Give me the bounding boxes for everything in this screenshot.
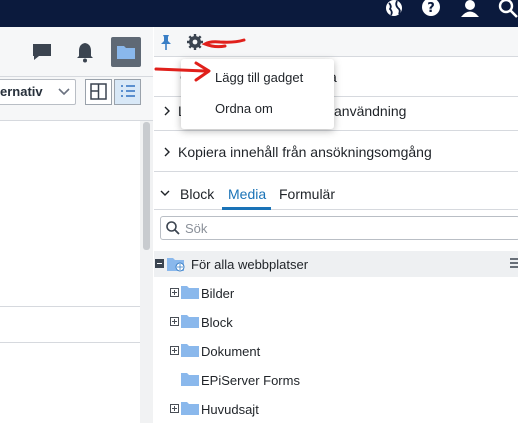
- search-icon[interactable]: [496, 0, 518, 24]
- tree-item-label[interactable]: EPiServer Forms: [201, 373, 300, 388]
- left-divider: [0, 306, 140, 307]
- chevron-down-icon[interactable]: [158, 186, 172, 200]
- split-layout-icon: [90, 83, 107, 100]
- search-icon: [165, 220, 181, 236]
- list-layout-button[interactable]: [114, 79, 141, 105]
- tree-item-label[interactable]: Block: [201, 315, 233, 330]
- gadget-section[interactable]: Kopiera innehåll från ansökningsomgång: [154, 132, 518, 172]
- folder-icon: [181, 343, 199, 362]
- menu-item-rearrange[interactable]: Ordna om: [181, 93, 334, 123]
- left-divider: [0, 342, 140, 343]
- search-input[interactable]: [160, 216, 518, 240]
- media-folder-button[interactable]: [111, 37, 141, 67]
- tree-root-label[interactable]: För alla webbplatser: [191, 257, 308, 272]
- tree-item-label[interactable]: Bilder: [201, 286, 234, 301]
- tab-formular[interactable]: Formulär: [279, 186, 335, 202]
- list-layout-icon: [121, 85, 135, 97]
- active-tab-indicator: [222, 207, 271, 210]
- menu-item-add-gadget[interactable]: Lägg till gadget: [181, 62, 334, 92]
- assets-toolbar: [154, 27, 518, 57]
- gadget-section-label-end: användning: [334, 102, 407, 119]
- tab-media[interactable]: Media: [228, 186, 266, 202]
- view-select-value: ernativ: [0, 84, 43, 99]
- help-icon[interactable]: ?: [420, 0, 444, 24]
- folder-icon: [181, 314, 199, 333]
- scrollbar-thumb[interactable]: [143, 122, 150, 250]
- svg-text:?: ?: [427, 1, 435, 16]
- globe-icon[interactable]: [382, 0, 406, 24]
- tree-item-label[interactable]: Huvudsajt: [201, 402, 259, 417]
- collapse-icon[interactable]: [155, 259, 164, 268]
- split-layout-button[interactable]: [85, 79, 112, 105]
- chevron-down-icon[interactable]: [56, 85, 72, 99]
- global-folder-icon: [166, 257, 186, 277]
- expand-icon[interactable]: [170, 317, 179, 326]
- expand-icon[interactable]: [170, 346, 179, 355]
- search-placeholder: Sök: [185, 221, 208, 236]
- user-icon[interactable]: [458, 0, 482, 24]
- context-menu-icon[interactable]: [510, 256, 518, 268]
- gadget-section-label: Kopiera innehåll från ansökningsomgång: [178, 143, 432, 160]
- chevron-right-icon: [164, 106, 170, 115]
- expand-icon[interactable]: [170, 288, 179, 297]
- expand-icon[interactable]: [170, 404, 179, 413]
- tree-item-label[interactable]: Dokument: [201, 344, 260, 359]
- tab-block[interactable]: Block: [180, 186, 214, 202]
- folder-icon: [117, 46, 135, 59]
- folder-icon: [181, 285, 199, 304]
- notification-bell-icon[interactable]: [70, 37, 100, 67]
- comment-icon[interactable]: [27, 37, 57, 67]
- pin-icon[interactable]: [158, 33, 174, 51]
- folder-icon: [181, 401, 199, 420]
- chevron-right-icon: [164, 147, 170, 156]
- folder-icon: [181, 372, 199, 391]
- gear-icon[interactable]: [186, 33, 204, 51]
